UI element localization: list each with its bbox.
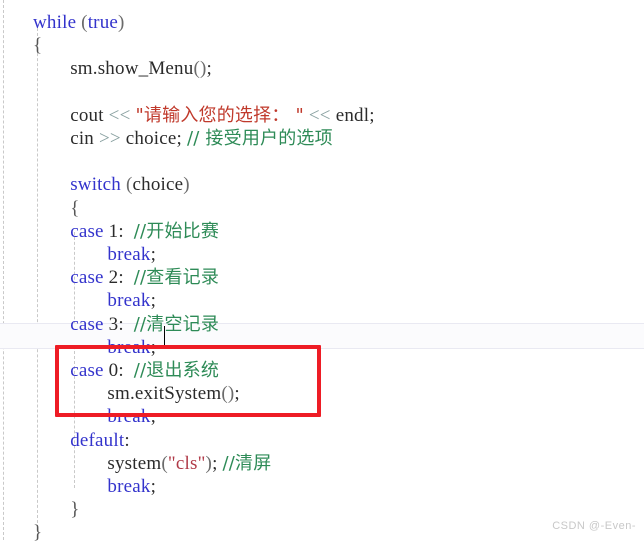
code-line[interactable] [0,80,644,106]
code-line[interactable] [0,149,644,175]
code-editor[interactable]: while (true){sm.show_Menu(); cout << "请输… [0,0,644,543]
code-token-kw: case [70,220,104,242]
code-line[interactable]: { [0,196,644,222]
code-line[interactable]: { [0,33,644,59]
code-token-comment: // 接受用户的选项 [186,128,333,149]
code-token-kw: break [107,244,151,265]
code-line[interactable]: sm.exitSystem(); [0,381,644,407]
code-token-comment: //退出系统 [133,360,220,381]
code-token-brace: { [33,35,43,57]
code-token-plain: ; [212,452,223,474]
code-token-plain: sm.show_Menu [70,58,194,80]
code-line[interactable]: break; [0,474,644,500]
code-token-plain: ; [369,104,375,126]
code-line[interactable]: system("cls"); //清屏 [0,451,644,477]
code-token-brace: } [33,522,43,544]
code-line[interactable]: cin >> choice; // 接受用户的选项 [0,126,644,152]
code-token-op: >> [98,128,121,149]
code-line[interactable]: case 3: //清空记录 [0,312,644,338]
code-token-plain: endl [335,104,370,126]
code-line[interactable]: switch (choice) [0,172,644,198]
code-line[interactable]: case 2: //查看记录 [0,265,644,291]
code-token-plain: 3: [103,313,134,335]
code-token-strcn: "请输入您的选择： " [135,104,304,126]
code-line[interactable]: break; [0,335,644,361]
code-token-plain: system [107,452,162,474]
code-token-op: << [308,104,331,126]
code-token-kw: case [70,313,104,335]
code-token-comment: //清空记录 [133,313,220,335]
text-caret [164,326,165,346]
code-line[interactable]: while (true) [0,10,644,36]
code-line[interactable]: break; [0,242,644,268]
code-token-plain: 0: [103,360,134,381]
code-token-kw: switch [70,174,121,196]
code-token-kw: default [70,429,125,451]
code-token-plain: 1: [103,220,134,242]
code-token-plain: ; [234,383,240,405]
code-line[interactable]: break; [0,288,644,314]
code-token-plain: ; [150,476,157,497]
code-line[interactable]: } [0,520,644,546]
code-token-comment: //查看记录 [133,267,220,289]
code-token-plain: ; [150,406,157,428]
code-line[interactable]: cout << "请输入您的选择： " << endl; [0,103,644,129]
code-token-brace: } [70,499,80,521]
code-token-plain: cout [70,104,104,126]
code-token-plain: sm.exitSystem [107,383,222,405]
code-line[interactable]: break; [0,404,644,430]
code-token-plain: choice [132,174,184,196]
code-token-plain: choice [125,128,177,149]
code-token-kw: case [70,267,104,289]
code-token-plain: ; [150,290,157,312]
code-token-brace: { [70,197,80,219]
code-token-plain: ; [150,336,157,358]
code-token-str: "cls" [167,452,206,474]
code-line[interactable]: case 1: //开始比赛 [0,219,644,245]
code-token-plain: ; [206,58,212,80]
code-token-kw: true [87,12,119,33]
code-line[interactable]: } [0,497,644,523]
code-token-plain: : [124,429,130,451]
code-token-kw: case [70,360,104,381]
code-token-punct: ) [183,174,190,196]
code-token-kw: break [107,290,151,312]
code-token-plain: ; [150,244,157,265]
code-token-kw: break [107,406,151,428]
code-line[interactable]: default: [0,428,644,454]
code-token-op: << [108,104,131,126]
code-token-plain: cin [70,128,94,149]
code-line[interactable]: case 0: //退出系统 [0,358,644,384]
code-token-plain: 2: [103,267,134,289]
code-token-punct: () [221,383,235,405]
csdn-watermark: CSDN @-Even- [552,520,636,532]
code-token-kw: break [107,476,151,497]
code-token-comment: //开始比赛 [133,220,220,242]
code-token-comment: //清屏 [222,452,272,474]
code-token-kw: break [107,336,151,358]
code-token-punct: () [193,58,207,80]
code-line[interactable]: sm.show_Menu(); [0,56,644,82]
code-token-kw: while [33,12,77,33]
code-token-punct: ) [118,12,125,33]
